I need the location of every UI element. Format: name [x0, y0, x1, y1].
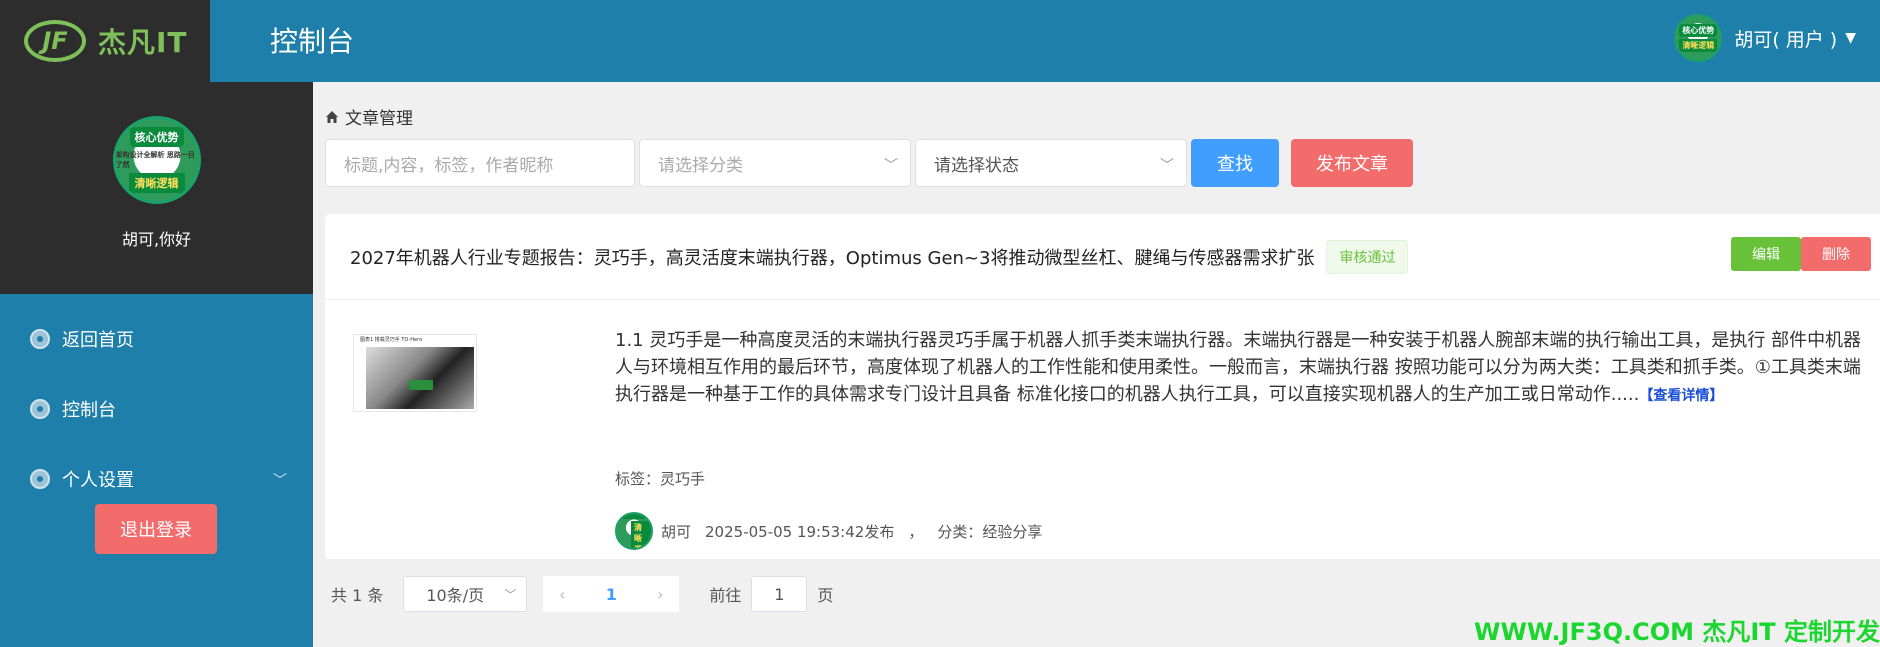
- logo[interactable]: JF 杰凡IT: [0, 0, 210, 82]
- author-avatar: 核心优势 清晰逻辑: [615, 512, 653, 550]
- chevron-down-icon: ﹀: [273, 473, 287, 489]
- chevron-down-icon: ﹀: [884, 158, 898, 174]
- circle-icon: [30, 469, 50, 489]
- status-badge: 审核通过: [1326, 239, 1409, 274]
- avatar-badge-top: 核心优势: [617, 514, 651, 519]
- sidebar-item-label: 控制台: [62, 400, 116, 421]
- goto-label: 前往: [709, 586, 742, 605]
- sidebar: 核心优势 架构设计全解析 思路一目了然 清晰逻辑 胡可,你好 返回首页 控制台 …: [0, 82, 313, 647]
- profile-avatar-mid: 架构设计全解析 思路一目了然: [115, 151, 195, 169]
- meta-separator: ，: [908, 522, 924, 541]
- article-title[interactable]: 2027年机器人行业专题报告：灵巧手，高灵活度末端执行器，Optimus Gen…: [350, 244, 1314, 270]
- page-unit-label: 页: [817, 586, 834, 605]
- category-select-placeholder: 请选择分类: [658, 155, 743, 176]
- sidebar-item-dashboard[interactable]: 控制台: [0, 374, 313, 444]
- page-size-select[interactable]: 10条/页 ﹀: [403, 576, 528, 612]
- profile-avatar-bottom: 清晰逻辑: [128, 173, 185, 193]
- robot-hand-image: [366, 347, 474, 409]
- sidebar-item-label: 个人设置: [62, 470, 134, 491]
- profile-avatar-top: 核心优势: [129, 127, 184, 147]
- page-title: 控制台: [270, 25, 355, 58]
- sidebar-profile: 核心优势 架构设计全解析 思路一目了然 清晰逻辑 胡可,你好: [0, 82, 313, 294]
- thumbnail-caption: 图表1 搭载灵巧手 TO-Hero: [360, 337, 423, 343]
- author-name: 胡可: [661, 522, 692, 541]
- avatar-badge-bottom: 清晰逻辑: [631, 521, 651, 548]
- chevron-down-icon: ﹀: [504, 588, 517, 602]
- search-button[interactable]: 查找: [1191, 139, 1279, 187]
- top-header: JF 杰凡IT 控制台 核心优势 清晰逻辑 胡可( 用户 ) ▼: [0, 0, 1880, 82]
- article-card-body: 图表1 搭载灵巧手 TO-Hero 1.1 灵巧手是一种高度灵活的末端执行器灵巧…: [325, 300, 1880, 558]
- watermark-text: WWW.JF3Q.COM 杰凡IT 定制开发: [1473, 618, 1880, 646]
- article-tags: 标签：灵巧手: [615, 470, 706, 488]
- page-number-current[interactable]: 1: [581, 576, 642, 612]
- publish-time: 2025-05-05 19:53:42发布: [705, 522, 895, 541]
- chevron-down-icon: ﹀: [1160, 158, 1174, 174]
- article-card-header: 2027年机器人行业专题报告：灵巧手，高灵活度末端执行器，Optimus Gen…: [325, 214, 1880, 300]
- prev-page-button[interactable]: ‹: [543, 576, 582, 612]
- category-select[interactable]: 请选择分类 ﹀: [639, 139, 911, 187]
- article-category: 分类：经验分享: [937, 522, 1043, 541]
- publish-article-button[interactable]: 发布文章: [1291, 139, 1413, 187]
- breadcrumb-label: 文章管理: [345, 109, 413, 129]
- logo-text: 杰凡IT: [98, 26, 188, 59]
- logo-mark: JF: [24, 20, 86, 62]
- avatar: 核心优势 清晰逻辑: [1674, 14, 1723, 62]
- article-excerpt: 1.1 灵巧手是一种高度灵活的末端执行器灵巧手属于机器人抓手类末端执行器。末端执…: [615, 327, 1875, 410]
- sidebar-nav: 返回首页 控制台 个人设置 ﹀: [0, 294, 313, 514]
- profile-avatar: 核心优势 架构设计全解析 思路一目了然 清晰逻辑: [112, 116, 201, 204]
- status-select-placeholder: 请选择状态: [934, 155, 1019, 176]
- article-meta: 核心优势 清晰逻辑 胡可 2025-05-05 19:53:42发布 ， 分类：…: [615, 512, 1042, 550]
- chevron-right-icon: ›: [657, 584, 664, 604]
- page-size-value: 10条/页: [426, 586, 485, 605]
- user-menu[interactable]: 核心优势 清晰逻辑 胡可( 用户 ) ▼: [1674, 14, 1856, 62]
- avatar-badge-bottom: 清晰逻辑: [1679, 39, 1718, 52]
- thumbnail-accent: [409, 380, 433, 390]
- greeting: 胡可,你好: [121, 230, 192, 249]
- circle-icon: [30, 329, 50, 349]
- breadcrumb: 文章管理: [325, 104, 413, 129]
- article-card: 2027年机器人行业专题报告：灵巧手，高灵活度末端执行器，Optimus Gen…: [325, 214, 1880, 559]
- caret-down-icon: ▼: [1845, 30, 1856, 46]
- total-count: 共 1 条: [331, 586, 384, 605]
- filter-bar: 标题,内容，标签，作者昵称 请选择分类 ﹀ 请选择状态 ﹀ 查找 发布文章: [325, 138, 1413, 188]
- sidebar-item-home[interactable]: 返回首页: [0, 304, 313, 374]
- delete-button[interactable]: 删除: [1801, 237, 1871, 271]
- search-input[interactable]: 标题,内容，标签，作者昵称: [325, 139, 635, 187]
- sidebar-item-label: 返回首页: [62, 330, 134, 351]
- home-icon: [326, 110, 338, 123]
- next-page-button[interactable]: ›: [641, 576, 680, 612]
- user-name: 胡可( 用户 ): [1734, 28, 1838, 51]
- avatar-badge-top: 核心优势: [1679, 24, 1718, 37]
- edit-button[interactable]: 编辑: [1731, 237, 1801, 271]
- status-select[interactable]: 请选择状态 ﹀: [915, 139, 1187, 187]
- goto-page-input[interactable]: 1: [751, 576, 808, 612]
- article-thumbnail[interactable]: 图表1 搭载灵巧手 TO-Hero: [353, 334, 477, 412]
- main-content: 文章管理 标题,内容，标签，作者昵称 请选择分类 ﹀ 请选择状态 ﹀ 查找 发布…: [313, 82, 1880, 647]
- pagination: 共 1 条 10条/页 ﹀ ‹ 1 › 前往 1 页: [331, 575, 833, 613]
- chevron-left-icon: ‹: [559, 584, 566, 604]
- logout-button[interactable]: 退出登录: [95, 504, 217, 554]
- circle-icon: [30, 399, 50, 419]
- view-details-link[interactable]: 【查看详情】: [1639, 388, 1723, 404]
